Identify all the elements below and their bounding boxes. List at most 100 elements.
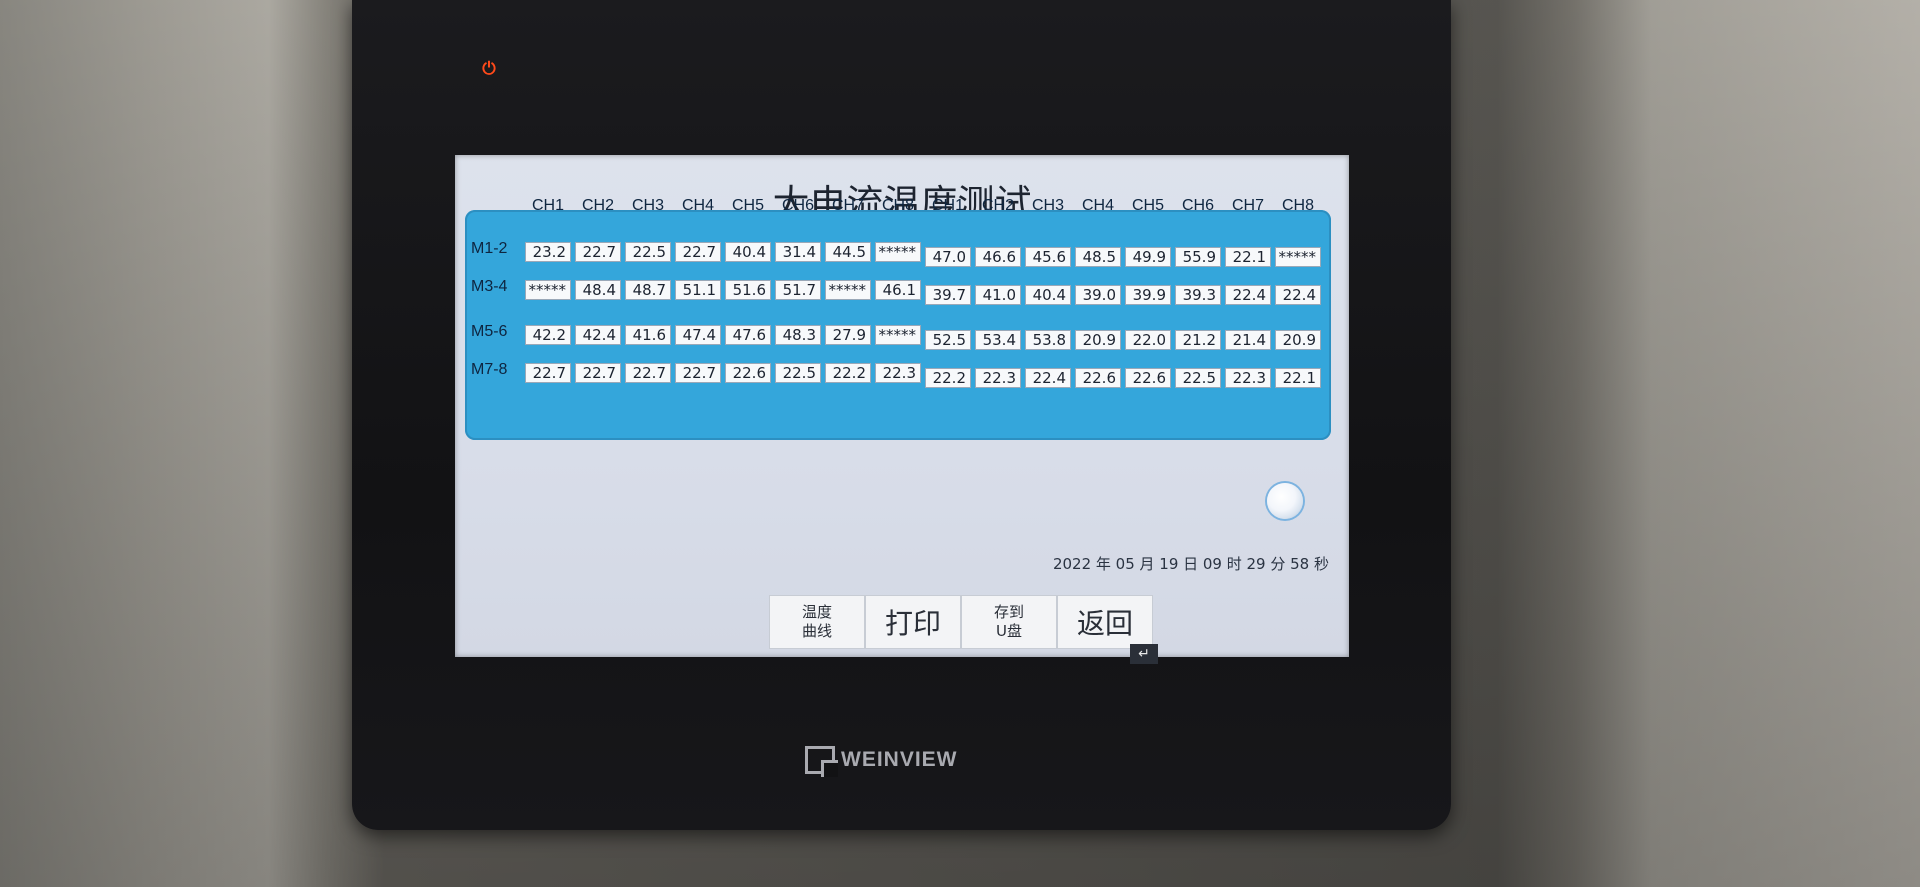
row-label: M3-4 bbox=[471, 278, 508, 295]
channel-header-right-6: CH6 bbox=[1181, 197, 1214, 214]
temperature-value-cell: 53.8 bbox=[1025, 330, 1071, 350]
temperature-value-cell: 27.9 bbox=[825, 325, 871, 345]
save-to-usb-label-line2: U盘 bbox=[996, 622, 1022, 640]
print-button[interactable]: 打印 bbox=[865, 595, 961, 649]
channel-header-left-2: CH2 bbox=[581, 197, 614, 214]
temperature-value-cell: 53.4 bbox=[975, 330, 1021, 350]
temperature-value-cell: 22.7 bbox=[675, 363, 721, 383]
temperature-value-cell: 22.7 bbox=[575, 242, 621, 262]
temperature-value-cell: 42.4 bbox=[575, 325, 621, 345]
brand-name: WEINVIEW bbox=[841, 748, 958, 771]
temperature-value-cell: 46.1 bbox=[875, 280, 921, 300]
temperature-value-cell: 48.4 bbox=[575, 280, 621, 300]
temperature-value-cell: 22.6 bbox=[1075, 368, 1121, 388]
temperature-value-cell: 22.3 bbox=[875, 363, 921, 383]
temperature-value-cell: 22.4 bbox=[1025, 368, 1071, 388]
temperature-value-cell: 22.6 bbox=[725, 363, 771, 383]
temperature-value-cell: ***** bbox=[525, 280, 571, 300]
temperature-curve-button[interactable]: 温度 曲线 bbox=[769, 595, 865, 649]
temperature-value-cell: 22.7 bbox=[575, 363, 621, 383]
temperature-value-cell: 39.9 bbox=[1125, 285, 1171, 305]
temperature-value-cell: 22.7 bbox=[675, 242, 721, 262]
back-button[interactable]: 返回 ↵ bbox=[1057, 595, 1158, 664]
temperature-value-cell: 40.4 bbox=[725, 242, 771, 262]
temperature-value-cell: 51.6 bbox=[725, 280, 771, 300]
temperature-value-cell: 22.5 bbox=[1175, 368, 1221, 388]
save-to-usb-label-line1: 存到 bbox=[993, 603, 1024, 621]
temperature-value-cell: 49.9 bbox=[1125, 247, 1171, 267]
temperature-value-cell: 47.0 bbox=[925, 247, 971, 267]
brand-logo: WEINVIEW bbox=[805, 745, 958, 775]
temperature-value-cell: 20.9 bbox=[1275, 330, 1321, 350]
temperature-value-cell: 39.0 bbox=[1075, 285, 1121, 305]
channel-header-right-1: CH1 bbox=[931, 197, 964, 214]
temperature-value-cell: 22.1 bbox=[1275, 368, 1321, 388]
temperature-value-cell: 21.2 bbox=[1175, 330, 1221, 350]
temperature-value-cell: 44.5 bbox=[825, 242, 871, 262]
temperature-value-cell: 51.7 bbox=[775, 280, 821, 300]
temperature-value-cell: 40.4 bbox=[1025, 285, 1071, 305]
return-arrow-icon: ↵ bbox=[1130, 644, 1158, 664]
temperature-value-cell: 47.4 bbox=[675, 325, 721, 345]
temperature-curve-label-line2: 曲线 bbox=[801, 622, 832, 640]
temperature-curve-label-line1: 温度 bbox=[801, 603, 832, 621]
channel-header-right-5: CH5 bbox=[1131, 197, 1164, 214]
channel-header-left-3: CH3 bbox=[631, 197, 664, 214]
temperature-value-cell: 22.2 bbox=[925, 368, 971, 388]
temperature-value-cell: 22.3 bbox=[975, 368, 1021, 388]
channel-header-left-5: CH5 bbox=[731, 197, 764, 214]
temperature-value-cell: 31.4 bbox=[775, 242, 821, 262]
temperature-value-cell: 21.4 bbox=[1225, 330, 1271, 350]
round-indicator-icon[interactable] bbox=[1267, 483, 1303, 519]
temperature-value-cell: 48.3 bbox=[775, 325, 821, 345]
temperature-value-cell: 23.2 bbox=[525, 242, 571, 262]
power-icon: ⏻ bbox=[482, 59, 496, 79]
temperature-value-cell: ***** bbox=[875, 242, 921, 262]
back-button-label: 返回 bbox=[1076, 607, 1133, 640]
row-label: M1-2 bbox=[471, 240, 508, 257]
channel-header-left-7: CH7 bbox=[831, 197, 864, 214]
temperature-value-cell: 46.6 bbox=[975, 247, 1021, 267]
temperature-value-cell: 55.9 bbox=[1175, 247, 1221, 267]
temperature-value-cell: 22.3 bbox=[1225, 368, 1271, 388]
temperature-value-cell: 22.5 bbox=[625, 242, 671, 262]
channel-header-left-1: CH1 bbox=[531, 197, 564, 214]
hmi-screen: 大电流温度测试 CH1 CH2 CH3 CH4 CH5 CH6 CH7 CH8 CH1 CH2 CH… bbox=[455, 155, 1349, 664]
temperature-value-cell: 22.7 bbox=[525, 363, 571, 383]
temperature-value-cell: 52.5 bbox=[925, 330, 971, 350]
channel-header-right-7: CH7 bbox=[1231, 197, 1264, 214]
temperature-value-cell: 48.5 bbox=[1075, 247, 1121, 267]
temperature-value-cell: 22.1 bbox=[1225, 247, 1271, 267]
temperature-value-cell: ***** bbox=[825, 280, 871, 300]
temperature-value-cell: 20.9 bbox=[1075, 330, 1121, 350]
temperature-value-cell: 39.7 bbox=[925, 285, 971, 305]
channel-header-right-2: CH2 bbox=[981, 197, 1014, 214]
temperature-value-cell: 42.2 bbox=[525, 325, 571, 345]
temperature-value-cell: 22.4 bbox=[1225, 285, 1271, 305]
temperature-value-cell: 22.2 bbox=[825, 363, 871, 383]
temperature-value-cell: ***** bbox=[1275, 247, 1321, 267]
brand-mark-icon bbox=[805, 746, 835, 774]
temperature-value-cell: 51.1 bbox=[675, 280, 721, 300]
temperature-value-cell: 41.6 bbox=[625, 325, 671, 345]
temperature-value-cell: ***** bbox=[875, 325, 921, 345]
temperature-value-cell: 39.3 bbox=[1175, 285, 1221, 305]
channel-header-left-4: CH4 bbox=[681, 197, 714, 214]
row-label: M5-6 bbox=[471, 323, 508, 340]
row-label: M7-8 bbox=[471, 361, 508, 378]
temperature-value-cell: 41.0 bbox=[975, 285, 1021, 305]
print-button-label: 打印 bbox=[884, 607, 941, 640]
channel-header-right-3: CH3 bbox=[1031, 197, 1064, 214]
temperature-value-cell: 22.7 bbox=[625, 363, 671, 383]
datetime-display: 2022 年 05 月 19 日 09 时 29 分 58 秒 bbox=[1052, 555, 1329, 573]
save-to-usb-button[interactable]: 存到 U盘 bbox=[961, 595, 1057, 649]
temperature-value-cell: 45.6 bbox=[1025, 247, 1071, 267]
channel-header-right-4: CH4 bbox=[1081, 197, 1114, 214]
channel-header-left-8: CH8 bbox=[881, 197, 914, 214]
temperature-value-cell: 22.0 bbox=[1125, 330, 1171, 350]
temperature-value-cell: 48.7 bbox=[625, 280, 671, 300]
temperature-value-cell: 22.6 bbox=[1125, 368, 1171, 388]
temperature-value-cell: 22.4 bbox=[1275, 285, 1321, 305]
channel-header-right-8: CH8 bbox=[1281, 197, 1314, 214]
temperature-value-cell: 47.6 bbox=[725, 325, 771, 345]
